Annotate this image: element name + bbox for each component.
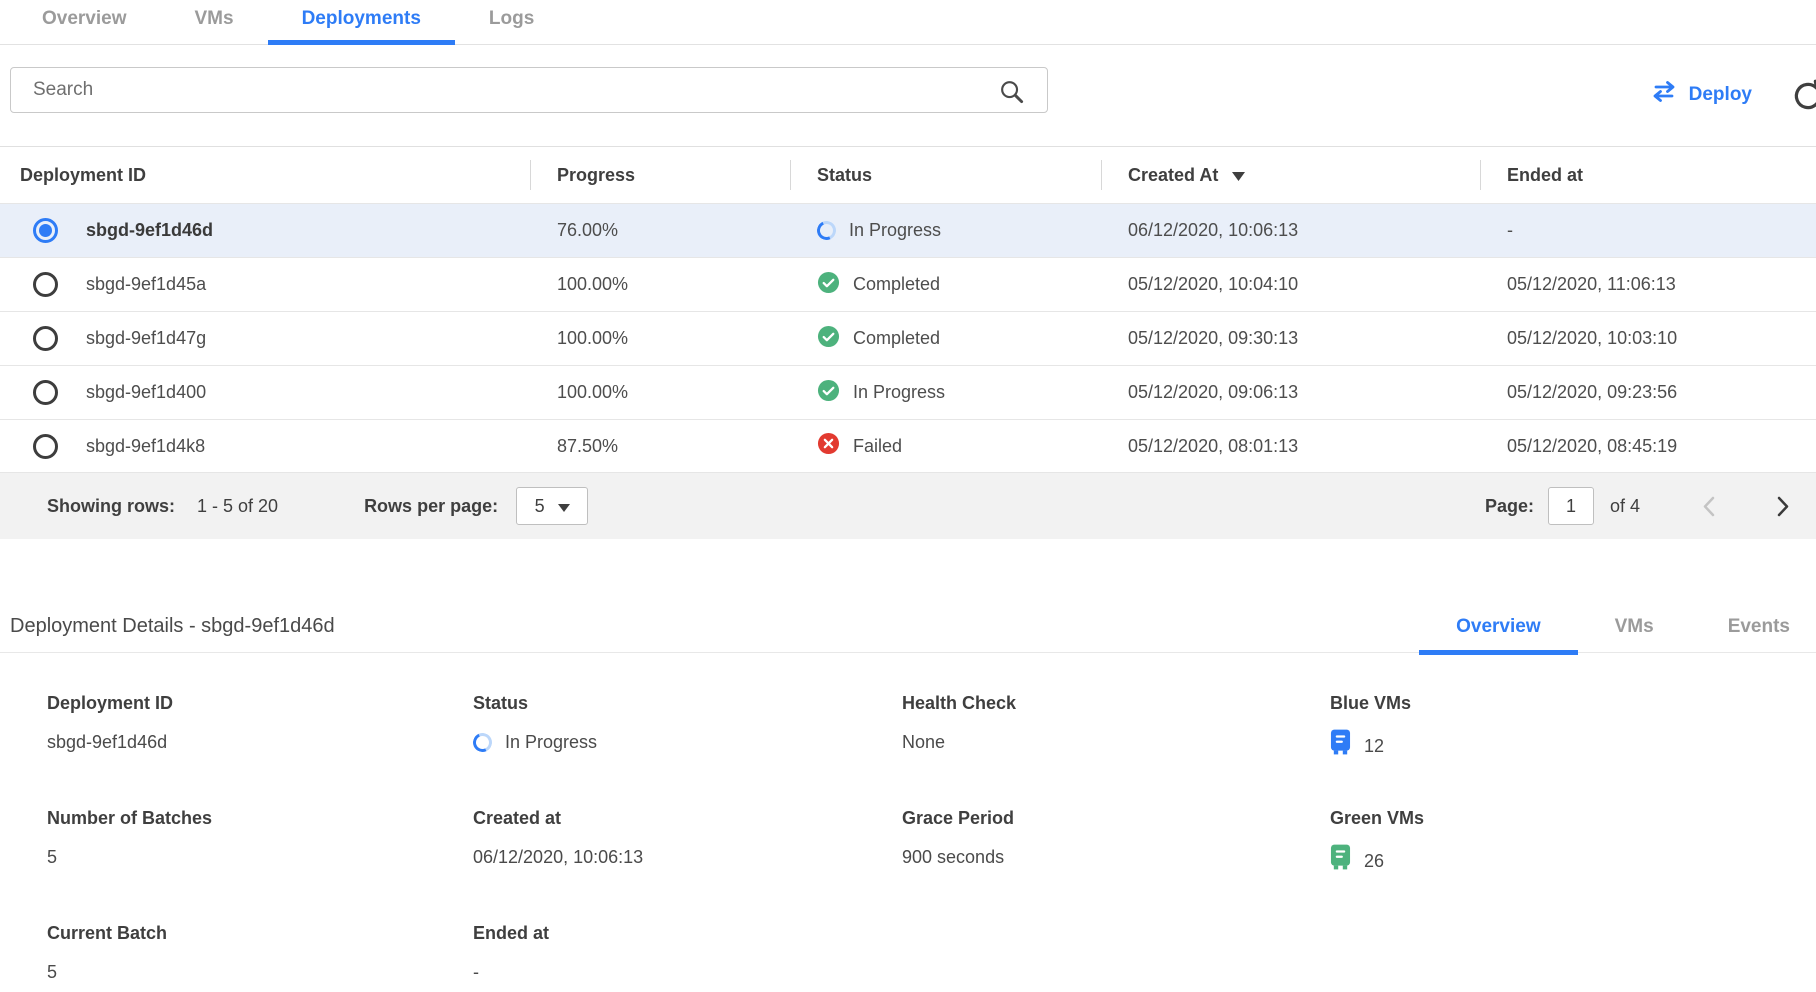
- progress-cell: 87.50%: [530, 436, 790, 457]
- showing-rows-label: Showing rows:: [47, 496, 175, 517]
- field-blue-vms: Blue VMs 12: [1330, 693, 1816, 762]
- completed-check-icon: [817, 271, 840, 299]
- table-header-row: Deployment ID Progress Status Created At…: [0, 147, 1816, 203]
- ended-at-cell: 05/12/2020, 09:23:56: [1480, 382, 1816, 403]
- column-header-created-at[interactable]: Created At: [1101, 147, 1480, 203]
- created-at-cell: 05/12/2020, 10:04:10: [1101, 274, 1480, 295]
- search-input[interactable]: [10, 67, 1048, 113]
- main-tabbar: Overview VMs Deployments Logs: [0, 0, 1816, 45]
- completed-check-icon: [817, 325, 840, 353]
- row-radio-selected[interactable]: [33, 218, 58, 243]
- tab-logs[interactable]: Logs: [455, 8, 568, 45]
- details-tabbar: Overview VMs Events: [1419, 616, 1816, 655]
- in-progress-spinner-icon: [470, 730, 494, 754]
- table-row[interactable]: sbgd-9ef1d47g 100.00% Completed 05/12/20…: [0, 311, 1816, 365]
- table-row[interactable]: sbgd-9ef1d400 100.00% In Progress 05/12/…: [0, 365, 1816, 419]
- details-tab-vms[interactable]: VMs: [1578, 616, 1691, 655]
- status-cell: In Progress: [849, 220, 941, 241]
- status-cell: Completed: [853, 274, 940, 295]
- status-cell: Failed: [853, 436, 902, 457]
- search-icon[interactable]: [998, 78, 1025, 110]
- deployment-id-cell: sbgd-9ef1d46d: [86, 220, 213, 241]
- showing-rows-value: 1 - 5 of 20: [197, 496, 278, 517]
- field-number-of-batches: Number of Batches 5: [47, 808, 473, 877]
- progress-cell: 100.00%: [530, 274, 790, 295]
- ended-at-cell: 05/12/2020, 10:03:10: [1480, 328, 1816, 349]
- page-number-input[interactable]: [1548, 487, 1594, 525]
- deployment-id-cell: sbgd-9ef1d45a: [86, 274, 206, 295]
- tab-vms[interactable]: VMs: [161, 8, 268, 45]
- status-cell: In Progress: [853, 382, 945, 403]
- chevron-down-icon: [558, 496, 570, 517]
- deployment-id-cell: sbgd-9ef1d4k8: [86, 436, 205, 457]
- deploy-button-label: Deploy: [1689, 84, 1752, 106]
- rows-per-page-select[interactable]: 5: [516, 487, 588, 525]
- column-header-status[interactable]: Status: [790, 147, 1101, 203]
- deploy-button[interactable]: Deploy: [1650, 81, 1752, 108]
- next-page-chevron-icon[interactable]: [1777, 496, 1790, 517]
- rows-per-page-label: Rows per page:: [364, 496, 498, 517]
- failed-x-icon: [817, 432, 840, 460]
- details-grid: Deployment ID sbgd-9ef1d46d Status In Pr…: [47, 693, 1816, 985]
- progress-cell: 100.00%: [530, 328, 790, 349]
- column-header-ended-at[interactable]: Ended at: [1480, 147, 1816, 203]
- sort-desc-icon: [1232, 165, 1245, 186]
- progress-cell: 100.00%: [530, 382, 790, 403]
- tab-deployments[interactable]: Deployments: [268, 8, 455, 45]
- details-title: Deployment Details - sbgd-9ef1d46d: [10, 615, 335, 638]
- row-radio[interactable]: [33, 380, 58, 405]
- row-radio[interactable]: [33, 326, 58, 351]
- column-header-deployment-id[interactable]: Deployment ID: [0, 147, 530, 203]
- page-total: of 4: [1610, 496, 1640, 517]
- tab-overview[interactable]: Overview: [8, 8, 161, 45]
- row-radio[interactable]: [33, 272, 58, 297]
- status-cell: Completed: [853, 328, 940, 349]
- field-current-batch: Current Batch 5: [47, 923, 473, 985]
- toolbar: Deploy: [0, 45, 1816, 146]
- field-deployment-id: Deployment ID sbgd-9ef1d46d: [47, 693, 473, 762]
- refresh-icon[interactable]: [1791, 79, 1816, 118]
- field-grace-period: Grace Period 900 seconds: [902, 808, 1330, 877]
- field-green-vms: Green VMs 26: [1330, 808, 1816, 877]
- details-header: Deployment Details - sbgd-9ef1d46d Overv…: [0, 601, 1816, 653]
- details-tab-overview[interactable]: Overview: [1419, 616, 1578, 655]
- deployment-id-cell: sbgd-9ef1d47g: [86, 328, 206, 349]
- created-at-cell: 05/12/2020, 09:06:13: [1101, 382, 1480, 403]
- ended-at-cell: 05/12/2020, 08:45:19: [1480, 436, 1816, 457]
- page-label: Page:: [1485, 496, 1534, 517]
- created-at-cell: 05/12/2020, 08:01:13: [1101, 436, 1480, 457]
- table-row[interactable]: sbgd-9ef1d4k8 87.50% Failed 05/12/2020, …: [0, 419, 1816, 473]
- ended-at-cell: 05/12/2020, 11:06:13: [1480, 274, 1816, 295]
- details-tab-events[interactable]: Events: [1691, 616, 1816, 655]
- field-ended-at: Ended at -: [473, 923, 902, 985]
- swap-arrows-icon: [1650, 81, 1678, 108]
- table-paginator: Showing rows: 1 - 5 of 20 Rows per page:…: [0, 473, 1816, 539]
- created-at-cell: 06/12/2020, 10:06:13: [1101, 220, 1480, 241]
- field-health-check: Health Check None: [902, 693, 1330, 762]
- field-created-at: Created at 06/12/2020, 10:06:13: [473, 808, 902, 877]
- column-header-progress[interactable]: Progress: [530, 147, 790, 203]
- created-at-cell: 05/12/2020, 09:30:13: [1101, 328, 1480, 349]
- table-row[interactable]: sbgd-9ef1d45a 100.00% Completed 05/12/20…: [0, 257, 1816, 311]
- progress-cell: 76.00%: [530, 220, 790, 241]
- blue-vm-icon: [1330, 729, 1351, 762]
- green-vm-icon: [1330, 844, 1351, 877]
- completed-check-icon: [817, 379, 840, 407]
- previous-page-chevron-icon[interactable]: [1702, 496, 1715, 517]
- table-row[interactable]: sbgd-9ef1d46d 76.00% In Progress 06/12/2…: [0, 203, 1816, 257]
- deployments-table: Deployment ID Progress Status Created At…: [0, 146, 1816, 473]
- deployment-id-cell: sbgd-9ef1d400: [86, 382, 206, 403]
- ended-at-cell: -: [1480, 220, 1816, 241]
- row-radio[interactable]: [33, 434, 58, 459]
- in-progress-spinner-icon: [814, 218, 838, 242]
- field-status: Status In Progress: [473, 693, 902, 762]
